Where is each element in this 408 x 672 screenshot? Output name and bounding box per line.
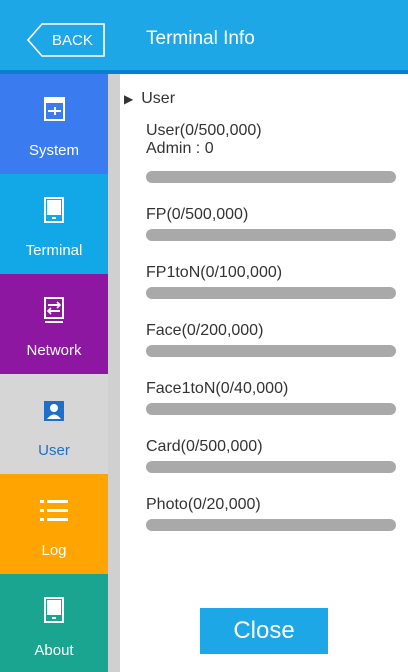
- system-icon: [0, 96, 108, 126]
- progress-bar-user: [146, 171, 396, 183]
- progress-bar-photo: [146, 519, 396, 531]
- sidebar-item-system[interactable]: System: [0, 74, 108, 174]
- progress-bar-fp: [146, 229, 396, 241]
- sidebar-item-network[interactable]: Network: [0, 274, 108, 374]
- main-content: ▶ User User(0/500,000) Admin : 0 FP(0/500…: [120, 74, 408, 672]
- user-icon: [0, 396, 108, 426]
- stat-label-face1ton: Face1toN(0/40,000): [146, 380, 289, 397]
- section-header: ▶ User: [124, 90, 175, 108]
- stat-label-face: Face(0/200,000): [146, 322, 264, 339]
- terminal-icon: [0, 196, 108, 226]
- sidebar-item-label: About: [34, 642, 74, 659]
- section-title: User: [141, 90, 176, 107]
- progress-bar-face: [146, 345, 396, 357]
- sidebar-item-log[interactable]: Log: [0, 474, 108, 574]
- sidebar-item-terminal[interactable]: Terminal: [0, 174, 108, 274]
- sidebar-item-about[interactable]: About: [0, 574, 108, 672]
- stat-label-fp: FP(0/500,000): [146, 206, 249, 223]
- close-button[interactable]: Close: [200, 608, 328, 654]
- stat-label-user: User(0/500,000): [146, 122, 262, 139]
- sidebar: System Terminal Network User Log About: [0, 74, 108, 672]
- sidebar-item-user[interactable]: User: [0, 374, 108, 474]
- stat-label-photo: Photo(0/20,000): [146, 496, 261, 513]
- sidebar-item-label: User: [38, 442, 70, 459]
- stat-label-card: Card(0/500,000): [146, 438, 263, 455]
- page-title: Terminal Info: [146, 28, 255, 49]
- sidebar-item-label: Log: [41, 542, 67, 559]
- sidebar-divider: [108, 74, 120, 672]
- triangle-right-icon: ▶: [124, 92, 134, 106]
- stat-label-fp1ton: FP1toN(0/100,000): [146, 264, 283, 281]
- sidebar-item-label: Network: [26, 342, 82, 359]
- sidebar-item-label: Terminal: [25, 242, 83, 259]
- network-icon: [0, 296, 108, 326]
- back-label: BACK: [52, 32, 93, 49]
- about-icon: [0, 596, 108, 626]
- back-button[interactable]: BACK: [26, 23, 106, 57]
- progress-bar-fp1ton: [146, 287, 396, 299]
- progress-bar-face1ton: [146, 403, 396, 415]
- stat-sub-admin: Admin : 0: [146, 140, 214, 157]
- sidebar-item-label: System: [28, 142, 79, 159]
- header-bar: BACK Terminal Info: [0, 0, 408, 70]
- progress-bar-card: [146, 461, 396, 473]
- log-icon: [0, 496, 108, 526]
